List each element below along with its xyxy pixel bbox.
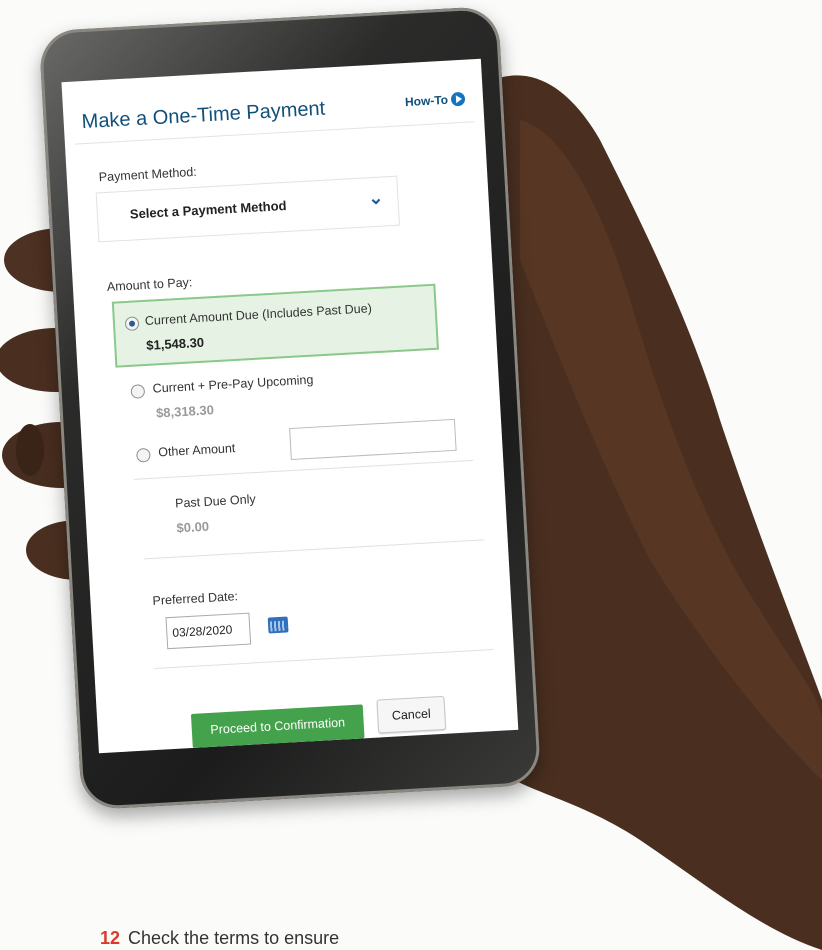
phone-screen: Make a One-Time Payment How-To Payment M… [61, 58, 519, 754]
payment-method-select[interactable]: Select a Payment Method ⌄ [95, 175, 400, 243]
howto-label: How-To [404, 92, 449, 110]
amount-option-other[interactable]: Other Amount [61, 59, 480, 463]
caption: 12 Check the terms to ensure [100, 928, 339, 949]
amount-option-prepay[interactable]: Current + Pre-Pay Upcoming $8,318.30 [61, 59, 480, 420]
option-prepay-label: Current + Pre-Pay Upcoming [152, 372, 314, 396]
proceed-button[interactable]: Proceed to Confirmation [190, 704, 365, 748]
play-icon [450, 91, 466, 107]
phone-device: Make a One-Time Payment How-To Payment M… [38, 5, 542, 811]
option-current-label: Current Amount Due (Includes Past Due) [144, 301, 373, 328]
radio-current-selected[interactable] [124, 316, 140, 332]
divider [144, 539, 484, 560]
option-prepay-value: $8,318.30 [155, 402, 215, 421]
divider [133, 459, 474, 480]
payment-method-selected: Select a Payment Method [129, 197, 287, 222]
option-current-value: $1,548.30 [145, 334, 205, 353]
chevron-down-icon: ⌄ [367, 187, 384, 209]
radio-prepay[interactable] [130, 384, 146, 399]
date-input[interactable]: 03/28/2020 [165, 612, 252, 650]
caption-number: 12 [100, 928, 121, 948]
calendar-icon[interactable] [267, 616, 289, 634]
other-amount-input[interactable] [289, 418, 457, 461]
amount-label: Amount to Pay: [106, 275, 193, 295]
header: Make a One-Time Payment How-To [72, 81, 475, 145]
howto-link[interactable]: How-To [404, 91, 466, 110]
divider [154, 649, 494, 669]
amount-option-current[interactable]: Current Amount Due (Includes Past Due) $… [111, 283, 439, 368]
option-other-label: Other Amount [157, 441, 236, 460]
payment-method-label: Payment Method: [98, 164, 198, 185]
past-due-value: $0.00 [176, 518, 210, 536]
cancel-button[interactable]: Cancel [376, 695, 447, 734]
preferred-date-label: Preferred Date: [152, 589, 239, 608]
past-due-label: Past Due Only [174, 492, 257, 511]
page-title: Make a One-Time Payment [81, 97, 326, 134]
caption-text: Check the terms to ensure [128, 928, 340, 948]
radio-other[interactable] [136, 447, 151, 463]
